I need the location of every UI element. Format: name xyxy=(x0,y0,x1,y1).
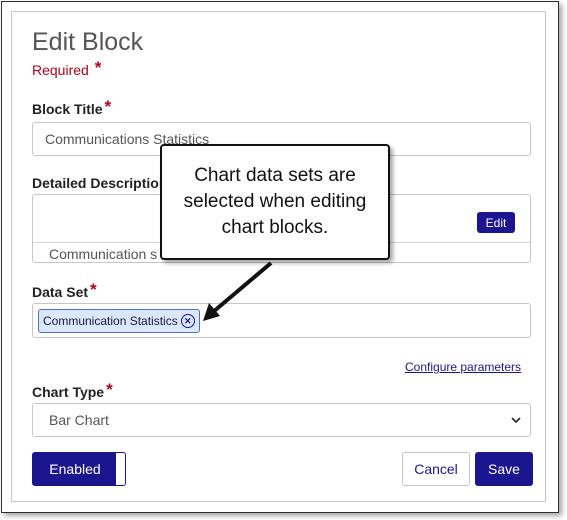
block-title-label-text: Block Title xyxy=(32,101,103,117)
data-set-label-text: Data Set xyxy=(32,284,89,300)
required-marker: * xyxy=(94,58,102,77)
block-title-required-marker: * xyxy=(104,97,112,116)
detailed-description-preview: Communication s xyxy=(49,246,158,262)
toggle-knob xyxy=(115,453,125,485)
configure-parameters-link[interactable]: Configure parameters xyxy=(405,360,521,374)
chart-type-required-marker: * xyxy=(106,380,113,399)
detailed-description-label: Detailed Description xyxy=(32,175,168,191)
chart-type-select[interactable]: Bar Chart xyxy=(32,403,531,437)
chart-type-label-text: Chart Type xyxy=(32,384,105,400)
enabled-toggle[interactable]: Enabled xyxy=(32,452,126,486)
required-note: Required * xyxy=(32,58,102,80)
data-set-chip: Communication Statistics ✕ xyxy=(38,309,200,333)
chart-type-label: Chart Type * xyxy=(32,380,113,402)
data-set-chip-label: Communication Statistics xyxy=(43,314,178,328)
block-title-label: Block Title * xyxy=(32,97,112,119)
required-note-text: Required xyxy=(32,62,89,78)
enabled-toggle-label: Enabled xyxy=(49,461,101,477)
data-set-required-marker: * xyxy=(90,280,97,299)
chevron-down-icon xyxy=(510,413,522,432)
cancel-button[interactable]: Cancel xyxy=(402,452,470,486)
remove-chip-icon[interactable]: ✕ xyxy=(180,314,195,328)
edit-description-button[interactable]: Edit xyxy=(477,212,515,233)
dialog-title: Edit Block xyxy=(32,28,144,56)
chart-type-selected-value: Bar Chart xyxy=(49,412,109,428)
data-set-label: Data Set * xyxy=(32,280,97,302)
save-button[interactable]: Save xyxy=(475,452,533,486)
callout-annotation: Chart data sets are selected when editin… xyxy=(160,144,390,260)
